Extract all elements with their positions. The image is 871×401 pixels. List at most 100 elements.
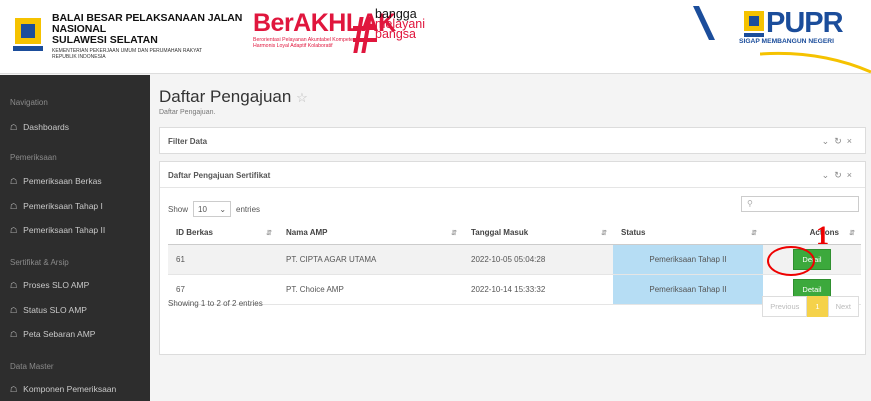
list-panel-header[interactable]: Daftar Pengajuan Sertifikat ⌄↻× xyxy=(160,162,865,188)
sidebar-heading-data-master: Data Master xyxy=(10,362,54,371)
submission-list-panel: Daftar Pengajuan Sertifikat ⌄↻× Show 10 … xyxy=(159,161,866,355)
search-input[interactable]: ⚲ xyxy=(741,196,859,212)
list-panel-title: Daftar Pengajuan Sertifikat xyxy=(168,171,271,180)
table-row: 67 PT. Choice AMP 2022-10-14 15:33:32 Pe… xyxy=(168,274,861,305)
home-icon: ☖ xyxy=(10,122,18,132)
organization-name: BALAI BESAR PELAKSANAAN JALAN NASIONAL S… xyxy=(52,12,252,61)
close-icon[interactable]: × xyxy=(847,170,857,180)
pupr-emblem-icon xyxy=(744,11,764,37)
col-nama-amp[interactable]: Nama AMP ⇵ xyxy=(278,222,463,245)
sidebar-heading-pemeriksaan: Pemeriksaan xyxy=(10,153,57,162)
sidebar-item-label: Komponen Pemeriksaan xyxy=(23,384,117,394)
sidebar-item-label: Proses SLO AMP xyxy=(23,280,90,290)
column-label: Nama AMP xyxy=(286,228,328,238)
sidebar-item-label: Peta Sebaran AMP xyxy=(23,329,96,339)
col-id-berkas[interactable]: ID Berkas ⇵ xyxy=(168,222,278,245)
entries-label: entries xyxy=(236,204,261,214)
col-status[interactable]: Status ⇵ xyxy=(613,222,763,245)
sidebar-item-label: Status SLO AMP xyxy=(23,305,87,315)
col-actions[interactable]: Actions ⇵ xyxy=(763,222,861,245)
decor-swoosh-icon xyxy=(760,51,871,74)
sidebar-item-label: Pemeriksaan Tahap I xyxy=(23,201,103,211)
show-label: Show xyxy=(168,204,189,214)
bangga-melayani-logo: bangga melayani bangsa xyxy=(353,8,493,69)
entries-select[interactable]: 10 ⌄ xyxy=(193,201,232,217)
annotation-number: 1 xyxy=(816,221,829,250)
sidebar-item-label: Pemeriksaan Tahap II xyxy=(23,225,106,235)
home-icon: ☖ xyxy=(10,176,18,186)
sort-icon: ⇵ xyxy=(849,230,855,237)
annotation-circle xyxy=(767,246,815,276)
star-icon[interactable]: ☆ xyxy=(296,90,308,105)
sidebar-item-pemeriksaan-tahap-1[interactable]: ☖ Pemeriksaan Tahap I xyxy=(10,201,103,211)
next-button[interactable]: Next xyxy=(827,296,859,317)
page-title: Daftar Pengajuan ☆ xyxy=(159,87,308,107)
pupr-title: PUPR xyxy=(766,7,844,39)
sidebar-item-peta-sebaran[interactable]: ☖ Peta Sebaran AMP xyxy=(10,329,95,339)
chevron-down-icon: ⌄ xyxy=(219,204,227,214)
entries-value: 10 xyxy=(198,204,207,214)
home-icon: ☖ xyxy=(10,305,18,315)
home-icon: ☖ xyxy=(10,280,18,290)
sort-icon: ⇵ xyxy=(751,230,757,237)
decor-slash-icon xyxy=(693,6,715,40)
refresh-icon[interactable]: ↻ xyxy=(834,136,847,146)
filter-panel-header[interactable]: Filter Data ⌄↻× xyxy=(160,128,865,154)
header-banner: BALAI BESAR PELAKSANAAN JALAN NASIONAL S… xyxy=(0,0,871,74)
page-title-text: Daftar Pengajuan xyxy=(159,87,292,106)
cell-status: Pemeriksaan Tahap II xyxy=(613,244,763,275)
home-icon: ☖ xyxy=(10,201,18,211)
cell-nama: PT. CIPTA AGAR UTAMA xyxy=(278,244,463,275)
hashtag-icon xyxy=(353,17,377,53)
filter-panel: Filter Data ⌄↻× xyxy=(159,127,866,154)
col-tanggal-masuk[interactable]: Tanggal Masuk ⇵ xyxy=(463,222,613,245)
collapse-icon[interactable]: ⌄ xyxy=(822,136,835,146)
sidebar-heading-sertifikat: Sertifikat & Arsip xyxy=(10,258,69,267)
submission-table: ID Berkas ⇵ Nama AMP ⇵ Tanggal Masuk ⇵ Stat… xyxy=(168,222,861,305)
cell-nama: PT. Choice AMP xyxy=(278,274,463,305)
page-1-button[interactable]: 1 xyxy=(807,296,828,317)
pu-logo xyxy=(9,14,47,54)
pagination: Previous 1 Next xyxy=(762,296,859,317)
bangga-text: bangga melayani bangsa xyxy=(375,8,425,41)
home-icon: ☖ xyxy=(10,384,18,394)
table-header-row: ID Berkas ⇵ Nama AMP ⇵ Tanggal Masuk ⇵ Stat… xyxy=(168,222,861,245)
sidebar-heading-navigation: Navigation xyxy=(10,98,48,107)
table-info: Showing 1 to 2 of 2 entries xyxy=(168,299,263,308)
cell-status: Pemeriksaan Tahap II xyxy=(613,274,763,305)
org-line-1: BALAI BESAR PELAKSANAAN JALAN NASIONAL xyxy=(52,12,243,35)
sidebar-item-pemeriksaan-tahap-2[interactable]: ☖ Pemeriksaan Tahap II xyxy=(10,225,105,235)
cell-id: 61 xyxy=(168,244,278,275)
sort-icon: ⇵ xyxy=(601,230,607,237)
panel-tools: ⌄↻× xyxy=(822,136,857,147)
main-content: Daftar Pengajuan ☆ Daftar Pengajuan. Fil… xyxy=(150,75,871,401)
table-row: 61 PT. CIPTA AGAR UTAMA 2022-10-05 05:04… xyxy=(168,244,861,275)
sort-icon: ⇵ xyxy=(266,230,272,237)
sidebar-item-dashboards[interactable]: ☖ Dashboards xyxy=(10,122,69,132)
sort-icon: ⇵ xyxy=(451,230,457,237)
sidebar-item-label: Dashboards xyxy=(23,122,70,132)
previous-button[interactable]: Previous xyxy=(762,296,808,317)
home-icon: ☖ xyxy=(10,329,18,339)
sidebar-item-komponen[interactable]: ☖ Komponen Pemeriksaan xyxy=(10,384,116,394)
search-icon: ⚲ xyxy=(747,199,753,208)
org-line-2: SULAWESI SELATAN xyxy=(52,34,158,46)
entries-length-control: Show 10 ⌄ entries xyxy=(168,201,260,217)
org-line-4: REPUBLIK INDONESIA xyxy=(52,54,106,60)
sidebar-item-proses-slo[interactable]: ☖ Proses SLO AMP xyxy=(10,280,89,290)
column-label: Status xyxy=(621,228,646,238)
home-icon: ☖ xyxy=(10,225,18,235)
sidebar: Navigation ☖ Dashboards Pemeriksaan ☖ Peme… xyxy=(0,75,150,401)
column-label: Tanggal Masuk xyxy=(471,228,529,238)
filter-panel-title: Filter Data xyxy=(168,137,208,146)
close-icon[interactable]: × xyxy=(847,136,857,146)
sidebar-item-pemeriksaan-berkas[interactable]: ☖ Pemeriksaan Berkas xyxy=(10,176,102,186)
sidebar-item-status-slo[interactable]: ☖ Status SLO AMP xyxy=(10,305,87,315)
cell-tanggal: 2022-10-05 05:04:28 xyxy=(463,244,613,275)
column-label: ID Berkas xyxy=(176,228,213,238)
refresh-icon[interactable]: ↻ xyxy=(834,170,847,180)
cell-tanggal: 2022-10-14 15:33:32 xyxy=(463,274,613,305)
sidebar-item-label: Pemeriksaan Berkas xyxy=(23,176,102,186)
collapse-icon[interactable]: ⌄ xyxy=(822,170,835,180)
panel-tools: ⌄↻× xyxy=(822,170,857,181)
